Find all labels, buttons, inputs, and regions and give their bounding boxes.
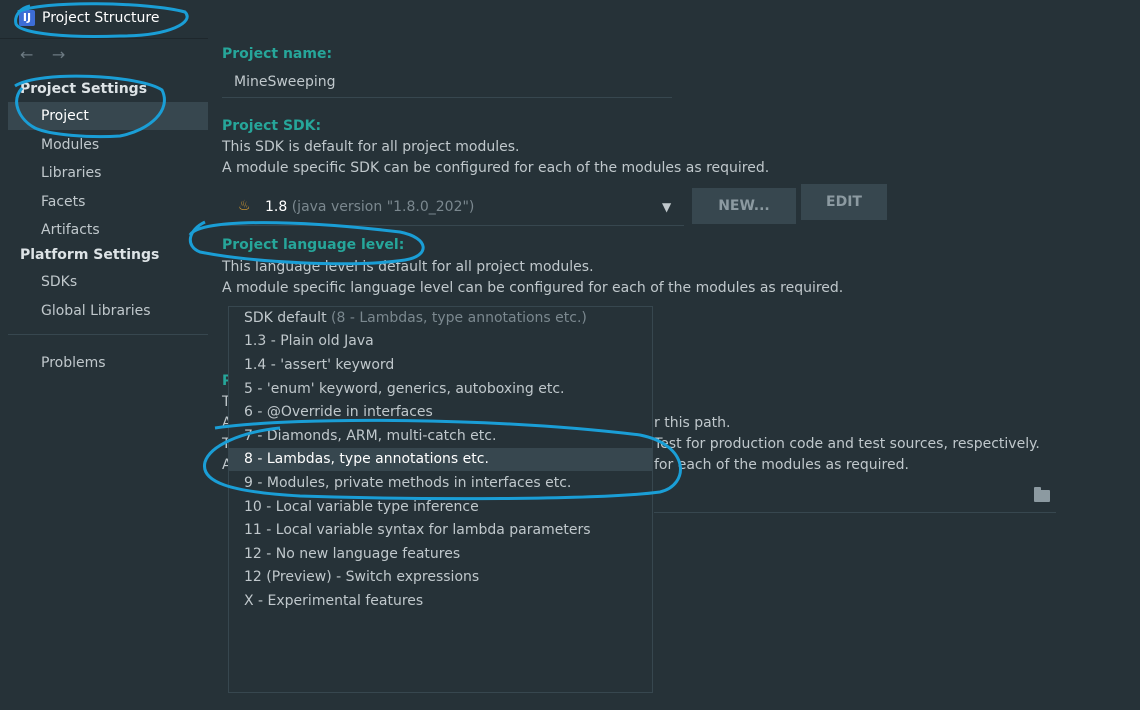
language-level-option[interactable]: 6 - @Override in interfaces <box>229 401 652 424</box>
java-cup-icon: ♨ <box>238 198 251 214</box>
language-level-option[interactable]: 12 (Preview) - Switch expressions <box>229 566 652 589</box>
back-arrow-icon[interactable]: ← <box>20 45 33 64</box>
language-level-option[interactable]: 12 - No new language features <box>229 543 652 566</box>
sidebar-item-modules[interactable]: Modules <box>8 131 208 159</box>
intellij-app-icon: IJ <box>19 10 35 26</box>
language-level-dropdown[interactable]: SDK default (8 - Lambdas, type annotatio… <box>228 306 653 693</box>
language-level-option[interactable]: 9 - Modules, private methods in interfac… <box>229 472 652 495</box>
sidebar: Project Settings Project Modules Librari… <box>8 78 208 710</box>
nav-arrows: ← → <box>20 45 79 64</box>
new-sdk-button[interactable]: NEW... <box>692 188 796 224</box>
language-level-option[interactable]: 11 - Local variable syntax for lambda pa… <box>229 519 652 542</box>
sidebar-item-libraries[interactable]: Libraries <box>8 159 208 187</box>
title-bar: IJ Project Structure <box>0 0 1140 39</box>
language-level-option-selected[interactable]: 8 - Lambdas, type annotations etc. <box>229 448 652 471</box>
sdk-description-2: A module specific SDK can be configured … <box>222 160 770 176</box>
platform-settings-header: Platform Settings <box>20 247 160 263</box>
sidebar-divider <box>8 334 208 335</box>
sdk-version-hint: (java version "1.8.0_202") <box>291 199 475 215</box>
sidebar-item-project[interactable]: Project <box>8 102 208 130</box>
sidebar-item-problems[interactable]: Problems <box>8 349 208 377</box>
project-settings-header: Project Settings <box>20 81 148 97</box>
sdk-select[interactable]: ♨ 1.8 (java version "1.8.0_202") ▼ <box>222 190 684 226</box>
project-name-input[interactable]: MineSweeping <box>222 66 672 98</box>
language-level-label: Project language level: <box>222 237 405 253</box>
language-level-option[interactable]: 7 - Diamonds, ARM, multi-catch etc. <box>229 425 652 448</box>
sidebar-item-artifacts[interactable]: Artifacts <box>8 216 208 244</box>
sdk-value: 1.8 <box>265 199 288 215</box>
sidebar-item-global-libraries[interactable]: Global Libraries <box>8 297 208 325</box>
folder-icon[interactable] <box>1034 487 1050 502</box>
language-level-option[interactable]: 1.3 - Plain old Java <box>229 330 652 353</box>
language-level-option[interactable]: X - Experimental features <box>229 590 652 613</box>
language-description-2: A module specific language level can be … <box>222 280 844 296</box>
compiler-path-text: r this path. <box>654 415 731 431</box>
chevron-down-icon: ▼ <box>662 200 672 214</box>
language-level-option[interactable]: 5 - 'enum' keyword, generics, autoboxing… <box>229 378 652 401</box>
sidebar-item-sdks[interactable]: SDKs <box>8 268 208 296</box>
compiler-modules-text: for each of the modules as required. <box>654 457 909 473</box>
forward-arrow-icon[interactable]: → <box>52 45 65 64</box>
language-level-option[interactable]: SDK default (8 - Lambdas, type annotatio… <box>229 307 652 330</box>
compiler-output-input[interactable] <box>654 512 1056 513</box>
project-sdk-label: Project SDK: <box>222 118 322 134</box>
language-level-option[interactable]: 1.4 - 'assert' keyword <box>229 354 652 377</box>
sdk-description-1: This SDK is default for all project modu… <box>222 139 520 155</box>
sidebar-item-facets[interactable]: Facets <box>8 188 208 216</box>
project-name-label: Project name: <box>222 46 333 62</box>
compiler-test-text: Test for production code and test source… <box>654 436 1040 452</box>
window-title: Project Structure <box>42 10 160 26</box>
edit-sdk-button[interactable]: EDIT <box>801 184 887 220</box>
language-level-option[interactable]: 10 - Local variable type inference <box>229 496 652 519</box>
language-description-1: This language level is default for all p… <box>222 259 594 275</box>
